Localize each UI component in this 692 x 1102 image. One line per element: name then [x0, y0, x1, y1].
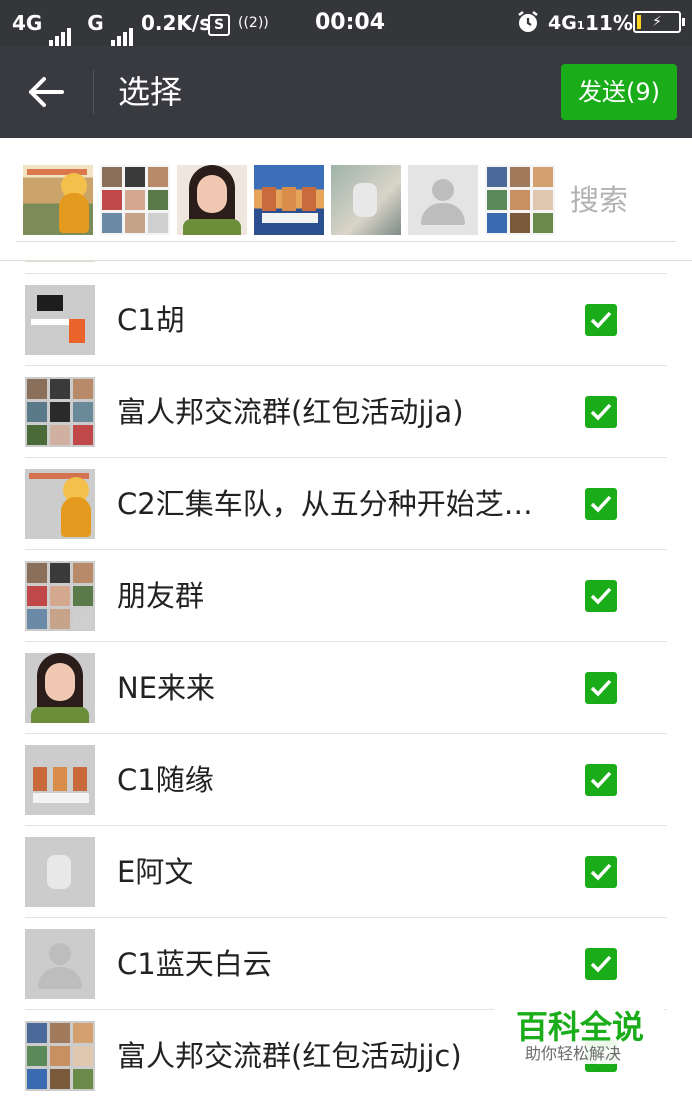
list-item[interactable]: E阿文	[0, 826, 692, 918]
check-icon	[590, 955, 612, 973]
sim-s-icon: S	[208, 0, 230, 46]
selected-avatar-room[interactable]	[331, 165, 401, 235]
avatar	[25, 469, 95, 539]
avatar	[25, 377, 95, 447]
avatar	[25, 561, 95, 631]
contact-name: E阿文	[117, 855, 194, 889]
status-bar: 4G G 0.2K/s S ((2)) 00:04 4G1 11% ⚡	[0, 0, 692, 48]
contact-list: C1胡 富人邦交流群(红包活动jja) C2汇集车队，从五分种开始芝麻开门 朋友…	[0, 274, 692, 1102]
page-title: 选择	[118, 73, 183, 111]
checkbox-checked[interactable]	[585, 580, 617, 612]
check-icon	[590, 311, 612, 329]
selected-avatar-city[interactable]	[254, 165, 324, 235]
list-item[interactable]: C2汇集车队，从五分种开始芝麻开门	[0, 458, 692, 550]
avatar	[25, 837, 95, 907]
contact-name: C1胡	[117, 303, 185, 337]
check-icon	[590, 771, 612, 789]
send-button[interactable]: 发送(9)	[561, 64, 677, 120]
list-item[interactable]: NE来来	[0, 642, 692, 734]
check-icon	[590, 863, 612, 881]
contact-name: 富人邦交流群(红包活动jja)	[117, 395, 464, 429]
checkbox-checked[interactable]	[585, 396, 617, 428]
checkbox-checked[interactable]	[585, 488, 617, 520]
signal-icon	[49, 2, 73, 48]
alarm-icon	[516, 0, 540, 46]
contact-name: C2汇集车队，从五分种开始芝麻开门	[117, 487, 547, 521]
network-type-label: 4G	[12, 11, 43, 35]
signal-icon	[110, 2, 135, 48]
network-speed: 0.2K/s	[141, 11, 212, 35]
network-sub: 1	[576, 19, 585, 32]
checkbox-checked[interactable]	[585, 856, 617, 888]
selected-avatar-default[interactable]	[408, 165, 478, 235]
watermark: 百科全说 助你轻松解决	[494, 994, 664, 1064]
watermark-subtitle: 助你轻松解决	[525, 1044, 622, 1063]
selected-avatar-group-2[interactable]	[485, 165, 555, 235]
check-icon	[590, 587, 612, 605]
check-icon	[590, 403, 612, 421]
hotspot-icon: ((2))	[238, 15, 269, 31]
network-type-label-3: 4G	[548, 12, 577, 34]
selected-avatar-buddha[interactable]	[23, 165, 93, 235]
avatar	[25, 929, 95, 999]
list-item[interactable]: 富人邦交流群(红包活动jja)	[0, 366, 692, 458]
arrow-left-icon	[29, 77, 64, 107]
list-item[interactable]: C1胡	[0, 274, 692, 366]
list-item[interactable]: 朋友群	[0, 550, 692, 642]
network-indicator: 4G G	[12, 0, 135, 48]
contact-name: NE来来	[117, 671, 216, 705]
back-button[interactable]	[20, 68, 72, 116]
check-icon	[590, 679, 612, 697]
contact-name: C1随缘	[117, 763, 214, 797]
network-type-label-2: G	[87, 11, 104, 35]
avatar	[25, 1021, 95, 1091]
selected-avatar-group[interactable]	[100, 165, 170, 235]
title-divider	[93, 70, 94, 114]
network-right: 4G1	[548, 0, 584, 46]
search-input[interactable]: 搜索	[570, 178, 680, 222]
strip-divider	[16, 241, 676, 242]
clock: 00:04	[315, 10, 386, 35]
avatar	[25, 653, 95, 723]
contact-name: 朋友群	[117, 579, 205, 613]
avatar	[25, 285, 95, 355]
battery-charging-icon: ⚡	[633, 0, 685, 46]
checkbox-checked[interactable]	[585, 304, 617, 336]
battery-percent: 11%	[585, 11, 633, 35]
checkbox-checked[interactable]	[585, 672, 617, 704]
title-bar: 选择 发送(9)	[0, 46, 692, 138]
check-icon	[590, 495, 612, 513]
list-item[interactable]: C1随缘	[0, 734, 692, 826]
avatar	[25, 745, 95, 815]
checkbox-checked[interactable]	[585, 948, 617, 980]
selected-contacts-strip: 搜索	[0, 138, 692, 261]
selected-avatar-girl[interactable]	[177, 165, 247, 235]
checkbox-checked[interactable]	[585, 764, 617, 796]
